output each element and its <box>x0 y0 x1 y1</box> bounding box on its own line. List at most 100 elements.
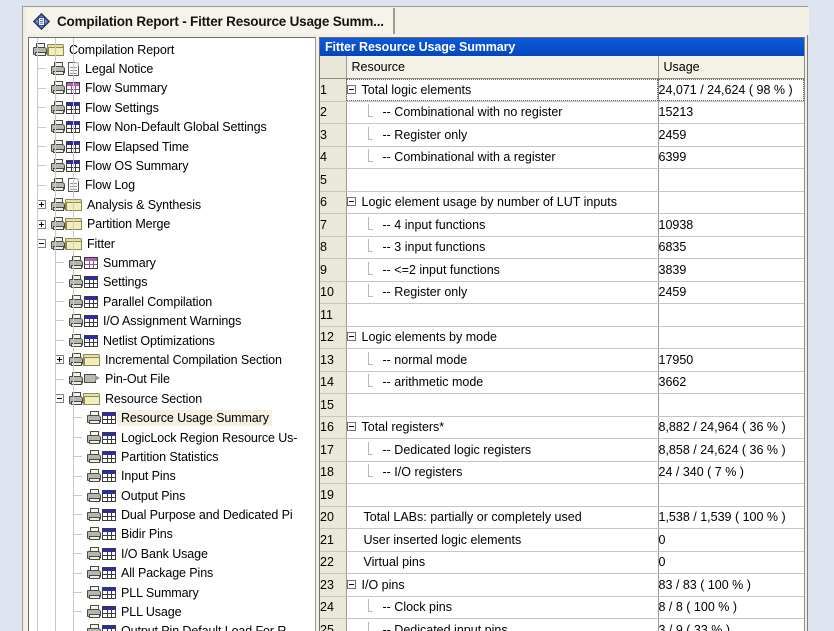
table-row[interactable]: 13 -- normal mode 17950 <box>320 348 804 372</box>
table-row[interactable]: 11 <box>320 303 804 327</box>
column-header-resource[interactable]: Resource <box>346 56 659 79</box>
row-number[interactable]: 5 <box>320 168 347 192</box>
row-number[interactable]: 25 <box>320 618 347 631</box>
tree-item-i-o-bank-usage[interactable]: I/O Bank Usage <box>29 544 315 563</box>
table-row[interactable]: 6 Logic element usage by number of LUT in… <box>320 191 804 214</box>
tree-item-incremental-compilation-section[interactable]: Incremental Compilation Section <box>29 350 315 369</box>
tree-item-flow-summary[interactable]: Flow Summary <box>29 79 315 98</box>
cell-usage[interactable]: 24 / 340 ( 7 % ) <box>658 461 804 484</box>
cell-resource[interactable]: User inserted logic elements <box>346 528 659 552</box>
tree-item-input-pins[interactable]: Input Pins <box>29 467 315 486</box>
cell-resource[interactable]: -- 4 input functions <box>346 213 659 237</box>
table-row[interactable]: 18 -- I/O registers 24 / 340 ( 7 % ) <box>320 461 804 484</box>
cell-usage[interactable]: 1,538 / 1,539 ( 100 % ) <box>658 506 804 529</box>
cell-usage[interactable]: 10938 <box>658 213 804 237</box>
tree-item-netlist-optimizations[interactable]: Netlist Optimizations <box>29 331 315 350</box>
column-header-usage[interactable]: Usage <box>658 56 804 79</box>
cell-resource[interactable] <box>346 303 659 327</box>
cell-resource[interactable]: -- 3 input functions <box>346 236 659 259</box>
tree-item-partition-merge[interactable]: Partition Merge <box>29 215 315 234</box>
tree-expand-icon[interactable] <box>37 219 46 229</box>
cell-resource[interactable]: -- Register only <box>346 123 659 147</box>
cell-resource[interactable]: Logic element usage by number of LUT inp… <box>346 191 659 214</box>
row-number[interactable]: 22 <box>320 551 347 574</box>
row-number[interactable]: 21 <box>320 528 347 552</box>
cell-usage[interactable]: 83 / 83 ( 100 % ) <box>658 573 804 597</box>
tree-expand-icon[interactable] <box>55 355 64 365</box>
table-corner-cell[interactable] <box>320 56 347 79</box>
tree-item-flow-non-default-global-settings[interactable]: Flow Non-Default Global Settings <box>29 118 315 137</box>
table-row[interactable]: 8 -- 3 input functions 6835 <box>320 236 804 259</box>
cell-resource[interactable]: -- <=2 input functions <box>346 258 659 282</box>
tree-item-flow-settings[interactable]: Flow Settings <box>29 98 315 117</box>
tree-expand-icon[interactable] <box>37 200 46 210</box>
cell-usage[interactable]: 0 <box>658 551 804 574</box>
cell-usage[interactable] <box>658 191 804 214</box>
cell-usage[interactable] <box>658 303 804 327</box>
report-tree-panel[interactable]: Compilation Report Legal Notice Flow Summa… <box>28 37 316 631</box>
table-row[interactable]: 10 -- Register only 2459 <box>320 281 804 304</box>
tree-item-output-pin-default-load-for-r[interactable]: Output Pin Default Load For R <box>29 622 315 631</box>
row-number[interactable]: 12 <box>320 326 347 349</box>
tree-item-pin-out-file[interactable]: Pin-Out File <box>29 370 315 389</box>
table-row[interactable]: 21 User inserted logic elements 0 <box>320 528 804 552</box>
row-number[interactable]: 10 <box>320 281 347 304</box>
row-number[interactable]: 1 <box>320 78 347 102</box>
row-number[interactable]: 9 <box>320 258 347 282</box>
table-row[interactable]: 12 Logic elements by mode <box>320 326 804 349</box>
cell-resource[interactable]: -- Combinational with a register <box>346 146 659 169</box>
row-number[interactable]: 2 <box>320 101 347 124</box>
table-row[interactable]: 16 Total registers* 8,882 / 24,964 ( 36 % … <box>320 416 804 439</box>
table-row[interactable]: 19 <box>320 483 804 507</box>
table-row[interactable]: 23 I/O pins 83 / 83 ( 100 % ) <box>320 573 804 597</box>
cell-resource[interactable] <box>346 483 659 507</box>
cell-usage[interactable]: 6399 <box>658 146 804 169</box>
table-row[interactable]: 25 -- Dedicated input pins 3 / 9 ( 33 % ) <box>320 618 804 631</box>
cell-resource[interactable]: Total LABs: partially or completely used <box>346 506 659 529</box>
tree-item-analysis-synthesis[interactable]: Analysis & Synthesis <box>29 195 315 214</box>
row-collapse-icon[interactable] <box>346 422 356 432</box>
cell-usage[interactable]: 3839 <box>658 258 804 282</box>
cell-usage[interactable]: 24,071 / 24,624 ( 98 % ) <box>658 78 804 102</box>
row-collapse-icon[interactable] <box>346 197 356 207</box>
table-row[interactable]: 3 -- Register only 2459 <box>320 123 804 147</box>
tree-item-pll-usage[interactable]: PLL Usage <box>29 602 315 621</box>
cell-usage[interactable]: 2459 <box>658 123 804 147</box>
table-row[interactable]: 4 -- Combinational with a register 6399 <box>320 146 804 169</box>
cell-usage[interactable] <box>658 483 804 507</box>
tree-item-output-pins[interactable]: Output Pins <box>29 486 315 505</box>
cell-usage[interactable]: 17950 <box>658 348 804 372</box>
table-row[interactable]: 2 -- Combinational with no register 15213 <box>320 101 804 124</box>
cell-usage[interactable]: 3662 <box>658 371 804 394</box>
tree-collapse-icon[interactable] <box>37 238 46 248</box>
row-number[interactable]: 18 <box>320 461 347 484</box>
tree-item-dual-purpose-and-dedicated-pi[interactable]: Dual Purpose and Dedicated Pi <box>29 505 315 524</box>
tree-collapse-icon[interactable] <box>55 394 64 404</box>
row-number[interactable]: 4 <box>320 146 347 169</box>
tree-item-resource-usage-summary[interactable]: Resource Usage Summary <box>29 408 315 427</box>
row-number[interactable]: 11 <box>320 303 347 327</box>
tree-item-bidir-pins[interactable]: Bidir Pins <box>29 525 315 544</box>
table-row[interactable]: 22 Virtual pins 0 <box>320 551 804 574</box>
cell-resource[interactable]: Total logic elements <box>346 78 659 102</box>
row-number[interactable]: 19 <box>320 483 347 507</box>
row-number[interactable]: 13 <box>320 348 347 372</box>
tree-item-resource-section[interactable]: Resource Section <box>29 389 315 408</box>
cell-resource[interactable]: -- arithmetic mode <box>346 371 659 394</box>
tree-item-fitter[interactable]: Fitter <box>29 234 315 253</box>
cell-resource[interactable] <box>346 168 659 192</box>
tree-item-logiclock-region-resource-us[interactable]: LogicLock Region Resource Us- <box>29 428 315 447</box>
row-number[interactable]: 20 <box>320 506 347 529</box>
tree-item-partition-statistics[interactable]: Partition Statistics <box>29 447 315 466</box>
document-tab-compilation-report[interactable]: Compilation Report - Fitter Resource Usa… <box>27 8 395 34</box>
table-row[interactable]: 9 -- <=2 input functions 3839 <box>320 258 804 282</box>
cell-resource[interactable]: I/O pins <box>346 573 659 597</box>
table-row[interactable]: 7 -- 4 input functions 10938 <box>320 213 804 237</box>
table-row[interactable]: 1 Total logic elements 24,071 / 24,624 ( 9… <box>320 78 804 102</box>
tree-item-flow-os-summary[interactable]: Flow OS Summary <box>29 156 315 175</box>
row-collapse-icon[interactable] <box>346 84 356 94</box>
cell-usage[interactable] <box>658 393 804 417</box>
cell-usage[interactable] <box>658 326 804 349</box>
cell-usage[interactable]: 8 / 8 ( 100 % ) <box>658 596 804 619</box>
table-row[interactable]: 24 -- Clock pins 8 / 8 ( 100 % ) <box>320 596 804 619</box>
